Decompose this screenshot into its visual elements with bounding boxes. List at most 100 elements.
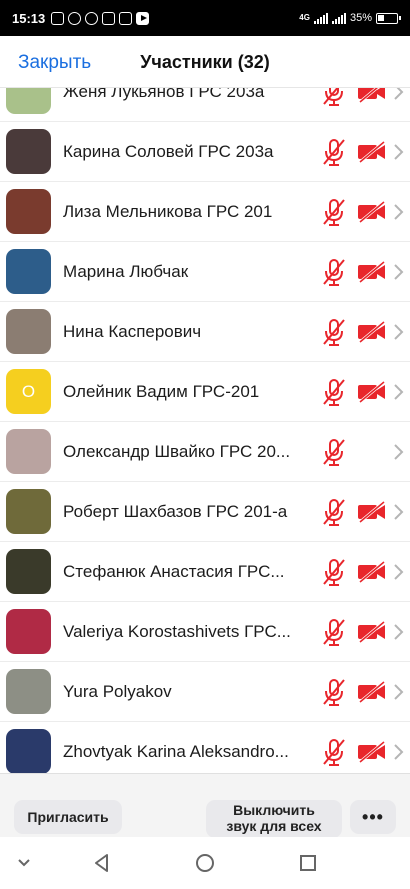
back-icon[interactable]: [90, 851, 114, 875]
mic-muted-icon[interactable]: [321, 197, 347, 227]
home-icon[interactable]: [193, 851, 217, 875]
chevron-right-icon[interactable]: [392, 563, 404, 581]
recents-icon[interactable]: [296, 851, 320, 875]
mic-muted-icon[interactable]: [321, 677, 347, 707]
avatar: [6, 129, 51, 174]
chevron-right-icon[interactable]: [392, 323, 404, 341]
participant-row[interactable]: Марина Любчак: [0, 242, 410, 302]
mute-all-button[interactable]: Выключить звук для всех: [206, 800, 342, 838]
mic-muted-icon[interactable]: [321, 88, 347, 107]
video-off-icon[interactable]: [357, 740, 387, 763]
avatar: [6, 609, 51, 654]
chevron-right-icon[interactable]: [392, 88, 404, 101]
battery-percent: 35%: [349, 12, 372, 24]
chevron-right-icon[interactable]: [392, 623, 404, 641]
video-off-icon[interactable]: [357, 320, 387, 343]
participant-name: Valeriya Korostashivets ГРС...: [63, 621, 291, 641]
video-off-icon[interactable]: [357, 140, 387, 163]
avatar: [6, 669, 51, 714]
more-options-button[interactable]: •••: [350, 800, 396, 834]
mic-muted-icon[interactable]: [321, 617, 347, 647]
mute-all-label: Выключить звук для всех: [226, 802, 321, 834]
avatar: [6, 549, 51, 594]
chevron-right-icon[interactable]: [392, 443, 404, 461]
participant-row[interactable]: Лиза Мельникова ГРС 201: [0, 182, 410, 242]
chevron-right-icon[interactable]: [392, 683, 404, 701]
mic-muted-icon[interactable]: [321, 497, 347, 527]
chevron-right-icon[interactable]: [392, 263, 404, 281]
status-bar: 15:13 4G 35%: [0, 0, 410, 36]
participant-name: Роберт Шахбазов ГРС 201-а: [63, 501, 288, 521]
participant-name: Лиза Мельникова ГРС 201: [63, 201, 273, 221]
participants-screen: 15:13 4G 35% Закрыть Участники (32) Женя…: [0, 0, 410, 889]
participant-row[interactable]: О Олейник Вадим ГРС-201: [0, 362, 410, 422]
mic-muted-icon[interactable]: [321, 377, 347, 407]
participant-name: Карина Соловей ГРС 203а: [63, 141, 274, 161]
participant-name: Женя Лукьянов ГРС 203а: [63, 88, 265, 101]
chevron-right-icon[interactable]: [392, 203, 404, 221]
participant-name: Zhovtyak Karina Aleksandro...: [63, 741, 289, 761]
mute-all-line1: Выключить: [233, 802, 315, 818]
participant-row[interactable]: Олександр Швайко ГРС 20...: [0, 422, 410, 482]
avatar: [6, 309, 51, 354]
viber-icon: [68, 11, 82, 25]
participant-row[interactable]: Стефанюк Анастасия ГРС...: [0, 542, 410, 602]
signal-icon-2: [331, 12, 346, 24]
app-icon: [119, 11, 133, 25]
invite-button[interactable]: Пригласить: [14, 800, 122, 834]
avatar: [6, 189, 51, 234]
participant-row[interactable]: Женя Лукьянов ГРС 203а: [0, 88, 410, 122]
participant-row[interactable]: Карина Соловей ГРС 203а: [0, 122, 410, 182]
chevron-right-icon[interactable]: [392, 743, 404, 761]
mute-all-line2: звук для всех: [226, 818, 322, 834]
page-title: Участники (32): [140, 52, 270, 72]
avatar: [6, 489, 51, 534]
participant-row[interactable]: Нина Касперович: [0, 302, 410, 362]
participant-name: Yura Polyakov: [63, 681, 172, 701]
participant-row[interactable]: Роберт Шахбазов ГРС 201-а: [0, 482, 410, 542]
video-off-icon[interactable]: [357, 680, 387, 703]
bottom-toolbar: Пригласить Выключить звук для всех •••: [0, 773, 410, 838]
system-nav-bar: [0, 837, 410, 889]
network-type: 4G: [299, 13, 310, 22]
video-off-icon[interactable]: [357, 560, 387, 583]
notification-icons: [51, 11, 150, 25]
video-off-icon[interactable]: [357, 500, 387, 523]
video-off-icon[interactable]: [357, 260, 387, 283]
video-off-icon[interactable]: [357, 620, 387, 643]
video-off-icon[interactable]: [357, 88, 387, 103]
avatar: О: [6, 369, 51, 414]
participant-name: Стефанюк Анастасия ГРС...: [63, 561, 285, 581]
chevron-right-icon[interactable]: [392, 503, 404, 521]
mic-muted-icon[interactable]: [321, 557, 347, 587]
participant-name: Олейник Вадим ГРС-201: [63, 381, 260, 401]
signal-icon: [313, 12, 328, 24]
mic-muted-icon[interactable]: [321, 317, 347, 347]
status-time: 15:13: [12, 10, 46, 26]
mic-muted-icon[interactable]: [321, 437, 347, 467]
video-off-icon[interactable]: [357, 380, 387, 403]
participant-list[interactable]: Женя Лукьянов ГРС 203а Карина Соловей ГРС…: [0, 88, 410, 773]
youtube-icon: [136, 11, 150, 25]
chevron-right-icon[interactable]: [392, 143, 404, 161]
video-off-icon[interactable]: [357, 200, 387, 223]
avatar: [6, 88, 51, 114]
chevron-right-icon[interactable]: [392, 383, 404, 401]
header: Закрыть Участники (32): [0, 36, 410, 88]
instagram-icon: [51, 11, 65, 25]
participant-name: Олександр Швайко ГРС 20...: [63, 441, 291, 461]
gallery-icon: [102, 11, 116, 25]
avatar: [6, 249, 51, 294]
participant-row[interactable]: Zhovtyak Karina Aleksandro...: [0, 722, 410, 773]
avatar: [6, 729, 51, 773]
mic-muted-icon[interactable]: [321, 257, 347, 287]
collapse-icon[interactable]: [12, 851, 36, 875]
phone-icon: [85, 11, 99, 25]
participant-row[interactable]: Yura Polyakov: [0, 662, 410, 722]
avatar-initial: О: [21, 381, 36, 401]
participant-name: Нина Касперович: [63, 321, 202, 341]
mic-muted-icon[interactable]: [321, 137, 347, 167]
avatar: [6, 429, 51, 474]
participant-row[interactable]: Valeriya Korostashivets ГРС...: [0, 602, 410, 662]
mic-muted-icon[interactable]: [321, 737, 347, 767]
